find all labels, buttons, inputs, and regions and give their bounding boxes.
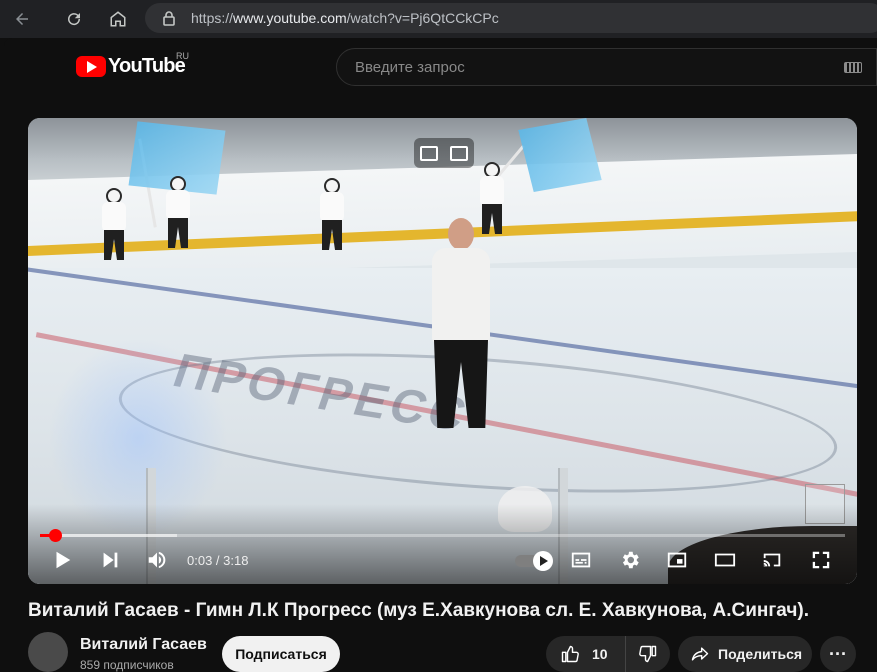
theater-mode-button[interactable] [712, 548, 738, 572]
arrow-left-icon [16, 13, 28, 25]
like-count: 10 [592, 646, 608, 662]
region-code: RU [176, 51, 189, 61]
child-skater [318, 178, 346, 252]
url-domain: www.youtube.com [233, 10, 347, 26]
volume-button[interactable] [144, 548, 170, 572]
subtitles-button[interactable] [569, 548, 593, 572]
subtitles-icon [571, 552, 591, 568]
reload-button[interactable] [60, 5, 88, 33]
lock-icon [163, 11, 175, 26]
child-skater [100, 188, 128, 262]
time-separator: / [212, 553, 224, 568]
subscriber-count: 859 подписчиков [80, 658, 174, 672]
video-player[interactable]: ПРОГРЕСС 0:03 / 3:18 [28, 118, 857, 584]
duration: 3:18 [223, 553, 249, 568]
settings-button[interactable] [618, 548, 642, 572]
volume-icon [148, 551, 166, 569]
channel-avatar[interactable] [28, 632, 68, 672]
queue-icon[interactable] [420, 145, 438, 161]
video-title: Виталий Гасаев - Гимн Л.К Прогресс (муз … [28, 600, 810, 621]
youtube-page: YouTube RU Введите запрос ПРОГРЕСС 0:03 … [4, 38, 877, 672]
current-time: 0:03 [187, 553, 213, 568]
youtube-logo[interactable]: YouTube RU [76, 51, 189, 78]
keyboard-icon[interactable] [844, 62, 862, 73]
search-input[interactable]: Введите запрос [336, 48, 877, 86]
singer-shirt [432, 248, 490, 344]
play-button[interactable] [50, 548, 74, 572]
watch-later-icon[interactable] [450, 145, 468, 161]
home-button[interactable] [104, 5, 132, 33]
miniplayer-icon [667, 552, 687, 568]
child-skater [164, 176, 192, 250]
gear-icon [622, 551, 639, 569]
time-display: 0:03 / 3:18 [187, 553, 248, 568]
singer-head [448, 218, 474, 250]
channel-name[interactable]: Виталий Гасаев [80, 636, 207, 654]
next-icon [103, 552, 118, 568]
controls-gradient [28, 504, 857, 584]
autoplay-play-icon [533, 551, 553, 571]
logo-text: YouTube [108, 55, 186, 77]
thumbs-down-icon [639, 645, 657, 663]
fullscreen-icon [812, 551, 830, 569]
cast-icon [763, 553, 781, 567]
fullscreen-button[interactable] [808, 548, 834, 572]
url-path: /watch?v=Pj6QtCCkCPc [346, 10, 499, 26]
address-bar[interactable]: https://www.youtube.com/watch?v=Pj6QtCCk… [145, 3, 877, 33]
theater-icon [714, 553, 736, 567]
miniplayer-button[interactable] [664, 548, 690, 572]
home-icon [110, 11, 126, 27]
browser-toolbar: https://www.youtube.com/watch?v=Pj6QtCCk… [0, 0, 877, 38]
thumbs-up-icon [561, 645, 579, 663]
child-skater [478, 162, 506, 236]
share-icon [691, 647, 709, 661]
flag-right [518, 118, 602, 192]
reload-icon [68, 13, 81, 26]
share-label: Поделиться [718, 646, 803, 662]
play-icon [56, 551, 71, 569]
youtube-play-logo-icon [76, 56, 106, 77]
search-placeholder: Введите запрос [355, 58, 465, 76]
next-button[interactable] [98, 548, 122, 572]
video-overlay-buttons[interactable] [414, 138, 474, 168]
cast-button[interactable] [759, 548, 785, 572]
url-prefix: https:// [191, 10, 234, 26]
progress-bar[interactable] [40, 529, 845, 542]
back-button[interactable] [8, 5, 36, 33]
autoplay-toggle[interactable] [515, 551, 553, 571]
